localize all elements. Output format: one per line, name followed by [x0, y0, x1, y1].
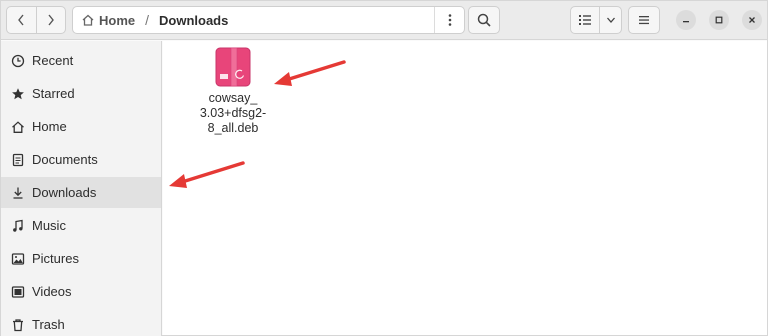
- file-item[interactable]: cowsay_ 3.03+dfsg2- 8_all.deb: [193, 47, 273, 136]
- sidebar-item-trash[interactable]: Trash: [1, 309, 161, 336]
- breadcrumb-current[interactable]: Downloads: [159, 13, 228, 28]
- forward-button[interactable]: [35, 7, 66, 33]
- maximize-icon: [715, 16, 723, 24]
- header-bar: Home / Downloads: [1, 1, 767, 40]
- file-view: cowsay_ 3.03+dfsg2- 8_all.deb: [163, 41, 767, 335]
- kebab-menu-icon: [448, 14, 451, 26]
- sidebar-item-label: Trash: [32, 317, 65, 332]
- sidebar-item-label: Starred: [32, 86, 75, 101]
- sidebar-item-documents[interactable]: Documents: [1, 144, 161, 175]
- sidebar-item-label: Music: [32, 218, 66, 233]
- picture-icon: [10, 251, 26, 267]
- list-view-button[interactable]: [571, 7, 601, 33]
- sidebar-item-recent[interactable]: Recent: [1, 45, 161, 76]
- app-menu-button[interactable]: [628, 6, 660, 34]
- deb-package-icon: [215, 47, 251, 87]
- file-name-line: cowsay_: [208, 91, 258, 105]
- search-button[interactable]: [468, 6, 500, 34]
- video-icon: [10, 284, 26, 300]
- file-name-line: 3.03+dfsg2-: [199, 106, 267, 120]
- breadcrumb-separator: /: [145, 12, 150, 28]
- download-icon: [10, 185, 26, 201]
- music-icon: [10, 218, 26, 234]
- list-view-icon: [579, 15, 592, 25]
- maximize-button[interactable]: [709, 10, 729, 30]
- star-icon: [10, 86, 26, 102]
- home-icon: [82, 14, 94, 26]
- back-button[interactable]: [7, 7, 36, 33]
- path-menu-button[interactable]: [434, 7, 464, 33]
- file-name-line: 8_all.deb: [207, 121, 259, 135]
- close-icon: [749, 17, 755, 23]
- sidebar-item-music[interactable]: Music: [1, 210, 161, 241]
- sidebar-item-label: Home: [32, 119, 67, 134]
- minimize-icon: [683, 21, 689, 23]
- close-button[interactable]: [742, 10, 762, 30]
- sidebar-item-pictures[interactable]: Pictures: [1, 243, 161, 274]
- minimize-button[interactable]: [676, 10, 696, 30]
- chevron-left-icon: [18, 14, 24, 26]
- sidebar-item-label: Recent: [32, 53, 74, 68]
- navigation-buttons: [6, 6, 66, 34]
- chevron-right-icon: [48, 14, 54, 26]
- sidebar-item-starred[interactable]: Starred: [1, 78, 161, 109]
- sidebar-item-label: Documents: [32, 152, 98, 167]
- clock-icon: [10, 53, 26, 69]
- sidebar-item-home[interactable]: Home: [1, 111, 161, 142]
- trash-icon: [10, 317, 26, 333]
- file-name: cowsay_ 3.03+dfsg2- 8_all.deb: [193, 91, 273, 136]
- sidebar: Recent Starred Home Documents Downloads …: [1, 41, 162, 336]
- document-icon: [10, 152, 26, 168]
- sidebar-item-label: Videos: [32, 284, 72, 299]
- path-bar: Home / Downloads: [72, 6, 465, 34]
- file-manager-window: Home / Downloads Recent Starred Home Doc…: [0, 0, 768, 336]
- sidebar-item-label: Pictures: [32, 251, 79, 266]
- chevron-down-icon: [606, 17, 615, 23]
- sidebar-item-videos[interactable]: Videos: [1, 276, 161, 307]
- hamburger-menu-icon: [639, 16, 649, 25]
- sidebar-item-downloads[interactable]: Downloads: [1, 177, 161, 208]
- breadcrumb-home-label: Home: [99, 12, 136, 28]
- sidebar-item-label: Downloads: [32, 185, 97, 200]
- search-icon: [477, 13, 491, 27]
- breadcrumb-home[interactable]: Home: [73, 7, 135, 33]
- view-options-button[interactable]: [600, 7, 621, 33]
- view-toggle-group: [570, 6, 622, 34]
- home-icon: [10, 119, 26, 135]
